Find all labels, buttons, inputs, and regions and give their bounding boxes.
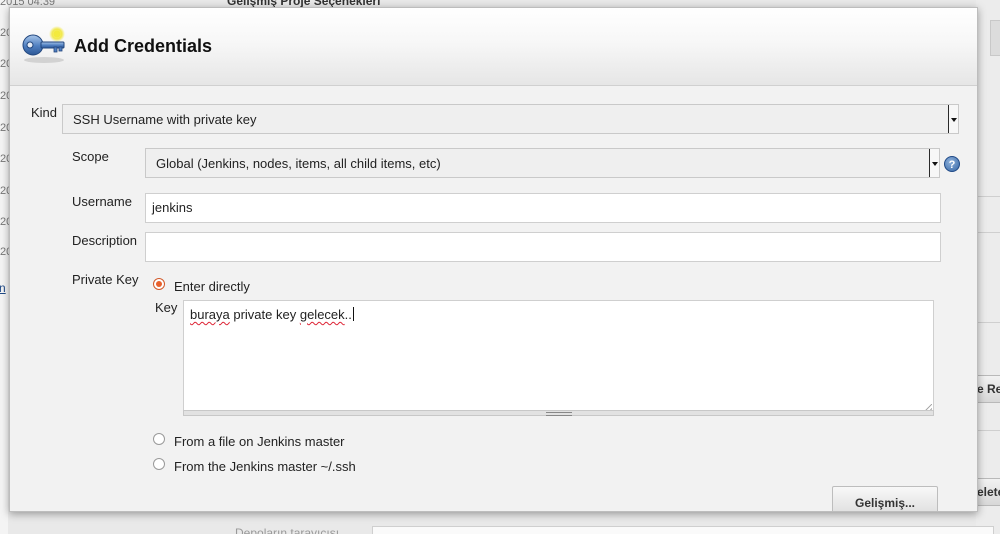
add-credentials-dialog: Add Credentials Kind SSH Username with p… <box>9 7 978 512</box>
advanced-button[interactable]: Gelişmiş... <box>832 486 938 511</box>
screen: 2015 04:39 20 20 20 20 20 20 20 20 Geliş… <box>0 0 1000 534</box>
kind-label: Kind <box>31 105 58 120</box>
background-right-box <box>990 20 1000 56</box>
background-link[interactable]: n <box>0 281 6 295</box>
description-label: Description <box>72 233 138 248</box>
textarea-resize-handle[interactable] <box>183 410 934 416</box>
chevron-down-icon <box>929 149 939 177</box>
key-text-tail: .. <box>344 307 352 322</box>
description-input[interactable] <box>145 232 941 262</box>
kind-select[interactable]: SSH Username with private key <box>62 104 959 134</box>
radio-enter-directly[interactable] <box>153 278 165 290</box>
key-text-word: gelecek <box>299 307 345 322</box>
radio-label-from-file: From a file on Jenkins master <box>174 434 345 449</box>
key-text-word: buraya <box>190 307 230 322</box>
radio-label-enter-directly: Enter directly <box>174 279 250 294</box>
background-bottom-label: Depoların tarayıcısı <box>235 526 340 534</box>
key-icon <box>21 26 67 72</box>
background-divider <box>976 430 1000 431</box>
background-left-column <box>0 0 8 534</box>
background-divider <box>976 322 1000 323</box>
kind-select-value: SSH Username with private key <box>73 112 257 127</box>
dialog-title: Add Credentials <box>74 36 213 56</box>
scope-label: Scope <box>72 149 109 164</box>
scope-select-value: Global (Jenkins, nodes, items, all child… <box>156 156 441 171</box>
background-right-strip <box>976 0 1000 534</box>
radio-from-ssh[interactable] <box>153 458 165 470</box>
radio-from-file[interactable] <box>153 433 165 445</box>
key-text-middle: private key <box>229 307 300 322</box>
help-icon[interactable]: ? <box>944 156 960 172</box>
background-bottom-field <box>372 526 994 534</box>
key-label: Key <box>155 300 178 315</box>
radio-label-from-ssh: From the Jenkins master ~/.ssh <box>174 459 356 474</box>
private-key-label: Private Key <box>72 272 139 287</box>
scope-select[interactable]: Global (Jenkins, nodes, items, all child… <box>145 148 940 178</box>
private-key-textarea[interactable]: buraya private key gelecek.. <box>183 300 934 415</box>
text-caret <box>352 307 354 321</box>
chevron-down-icon <box>948 105 958 133</box>
background-divider <box>976 196 1000 197</box>
background-divider <box>976 232 1000 233</box>
dialog-header: Add Credentials <box>10 8 977 86</box>
username-label: Username <box>72 194 132 209</box>
username-input[interactable]: jenkins <box>145 193 941 223</box>
